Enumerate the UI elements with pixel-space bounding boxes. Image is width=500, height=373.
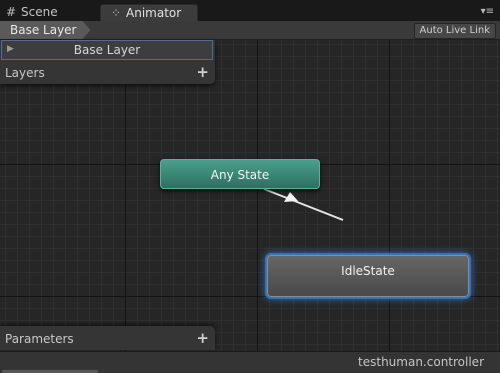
add-layer-icon[interactable]: + xyxy=(196,63,209,81)
animator-window: # Scene ⁘ Animator ▾≡ Base Layer Auto Live… xyxy=(0,0,500,373)
layer-name: Base Layer xyxy=(73,43,141,57)
layers-panel: ▶ Base Layer Layers + xyxy=(0,40,215,84)
add-parameter-icon[interactable]: + xyxy=(196,329,209,347)
layer-row-base-layer[interactable]: ▶ Base Layer xyxy=(1,40,213,60)
parameters-title: Parameters xyxy=(5,332,74,346)
state-node-idle-state[interactable]: IdleState xyxy=(267,255,469,297)
status-bar: testhuman.controller xyxy=(0,351,500,373)
layers-title: Layers xyxy=(5,66,45,80)
parameters-header: Parameters + xyxy=(0,328,215,350)
layers-header: Layers + xyxy=(0,62,215,84)
state-node-any-state[interactable]: Any State xyxy=(160,159,320,189)
controller-filename: testhuman.controller xyxy=(358,355,484,369)
parameters-panel: Parameters + xyxy=(0,326,215,350)
transition-line[interactable] xyxy=(263,188,344,221)
